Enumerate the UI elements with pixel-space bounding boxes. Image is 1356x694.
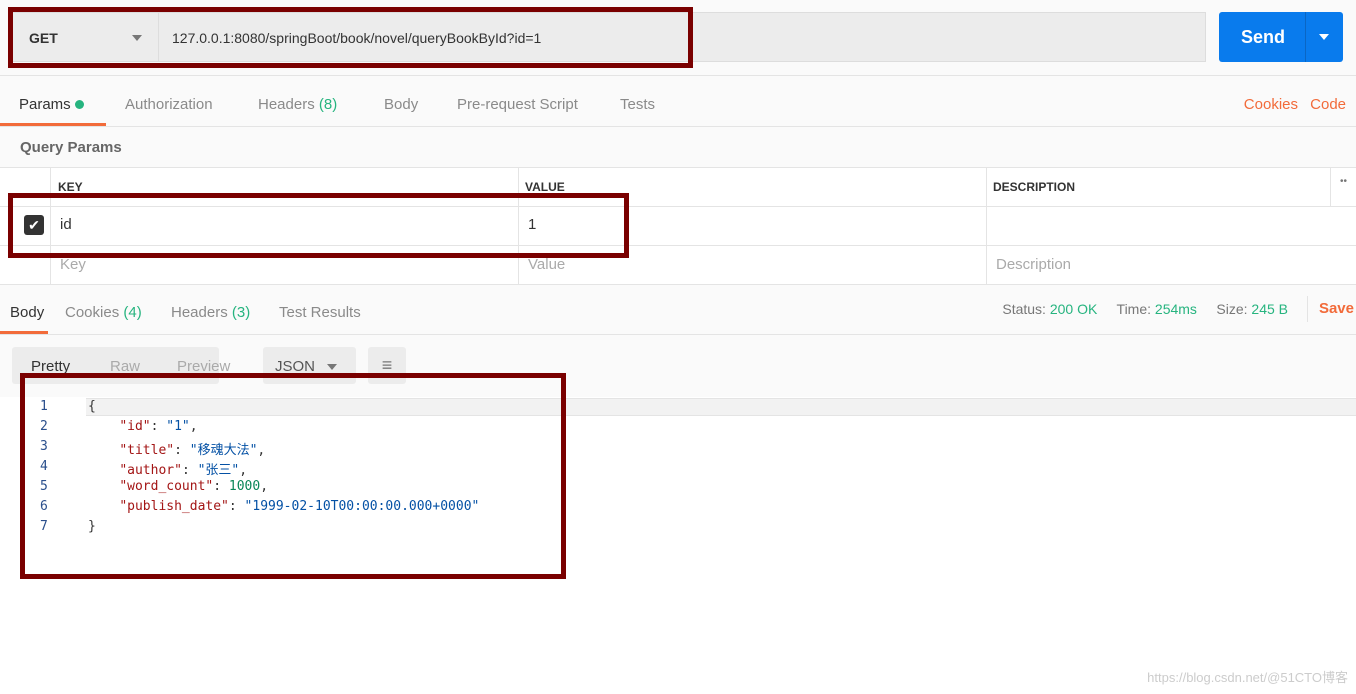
column-description: DESCRIPTION [993,180,1076,194]
query-params-title: Query Params [20,139,122,156]
tab-params[interactable]: Params [19,96,84,113]
size-value: 245 B [1251,301,1288,317]
annotation-box [8,7,693,68]
active-dot-icon [74,100,84,109]
column-key: KEY [58,180,83,194]
send-label: Send [1241,27,1286,47]
chevron-down-icon [327,364,337,370]
tab-pre-request-script[interactable]: Pre-request Script [457,96,578,113]
tab-tests[interactable]: Tests [620,96,655,113]
tab-headers[interactable]: Headers (8) [258,96,337,113]
new-key-input[interactable]: Key [60,256,86,273]
annotation-box [8,193,629,258]
send-button[interactable]: Send [1219,12,1343,62]
tab-authorization[interactable]: Authorization [125,96,213,113]
watermark: https://blog.csdn.net/@51CTO博客 [1147,670,1348,685]
resp-tab-body[interactable]: Body [10,304,44,321]
response-meta: Status: 200 OK Time: 254ms Size: 245 B [1002,301,1288,317]
new-description-input[interactable]: Description [996,256,1071,273]
new-value-input[interactable]: Value [528,256,565,273]
resp-tab-cookies[interactable]: Cookies (4) [65,304,142,321]
status-value: 200 OK [1049,301,1098,317]
tab-body[interactable]: Body [384,96,418,113]
resp-tab-test-results[interactable]: Test Results [279,304,361,321]
resp-tab-headers[interactable]: Headers (3) [171,304,250,321]
annotation-box [20,373,566,579]
cookies-link[interactable]: Cookies [1244,96,1298,113]
column-value: VALUE [525,180,565,194]
send-dropdown-icon[interactable] [1319,34,1329,40]
save-response-button[interactable]: Save [1319,300,1354,317]
time-value: 254ms [1154,301,1197,317]
code-link[interactable]: Code [1310,96,1346,113]
more-icon[interactable]: •• [1340,176,1354,187]
